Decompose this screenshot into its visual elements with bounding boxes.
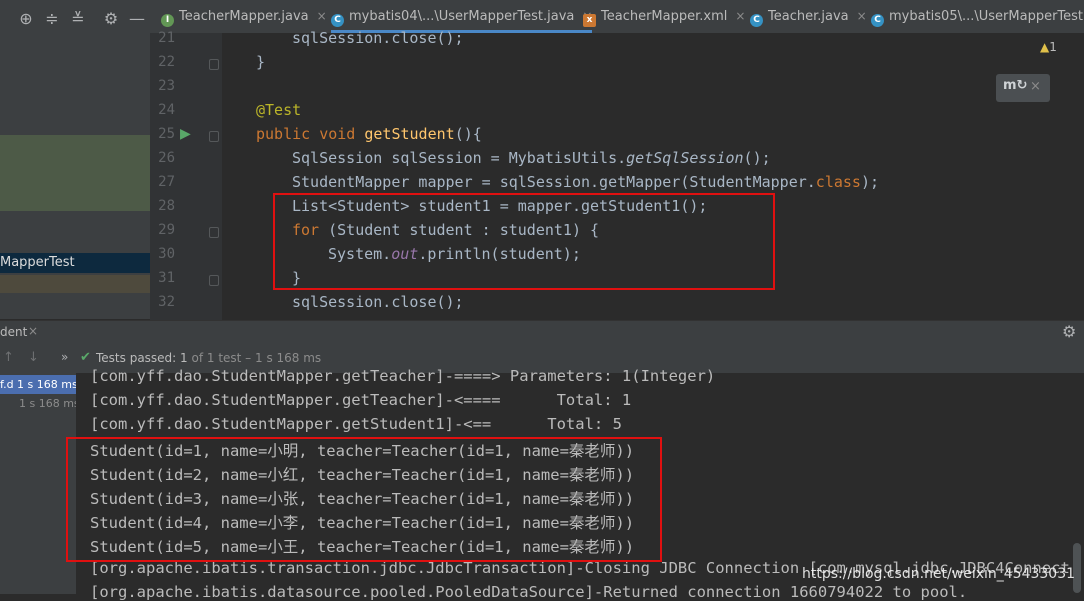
line-number: 25 bbox=[158, 126, 175, 142]
console-line: [com.yff.dao.StudentMapper.getStudent1]-… bbox=[90, 415, 622, 433]
test-tree: f.d 1 s 168 ms 1 s 168 ms bbox=[0, 373, 80, 594]
gear-icon[interactable]: ⚙ bbox=[1062, 322, 1076, 341]
close-icon[interactable]: × bbox=[857, 9, 867, 23]
line-number: 31 bbox=[158, 270, 175, 286]
editor-scrollbar[interactable] bbox=[1064, 33, 1084, 320]
tab-teacher-java[interactable]: C Teacher.java × bbox=[750, 0, 867, 33]
tab-usermappertest-05[interactable]: Cmybatis05\...\UserMapperTest.java bbox=[871, 0, 1084, 33]
class-icon: C bbox=[871, 14, 884, 27]
gear-icon[interactable]: ⚙ bbox=[102, 10, 120, 28]
minimize-icon[interactable]: — bbox=[128, 10, 146, 28]
fold-icon[interactable] bbox=[209, 275, 219, 286]
toolbar: ⊕ ≑ ≚ ⚙ — bbox=[0, 0, 150, 40]
editor-tabs: I TeacherMapper.java × Cmybatis04\...\User… bbox=[150, 0, 1084, 34]
maven-reload-icon[interactable]: m↻ bbox=[1003, 78, 1027, 93]
code-line-26: SqlSession sqlSession = MybatisUtils.get… bbox=[292, 149, 771, 167]
console-line: [com.yff.dao.StudentMapper.getTeacher]-=… bbox=[90, 367, 716, 385]
code-line-27: StudentMapper mapper = sqlSession.getMap… bbox=[292, 173, 880, 191]
line-number: 21 bbox=[158, 30, 175, 46]
code-line-25: public void getStudent(){ bbox=[256, 125, 482, 143]
highlight-box bbox=[273, 193, 775, 290]
watermark: https://blog.csdn.net/weixin_45433031 bbox=[802, 566, 1076, 582]
more-icon[interactable]: » bbox=[61, 350, 68, 364]
code-line-21: sqlSession.close(); bbox=[292, 29, 464, 47]
line-number: 22 bbox=[158, 54, 175, 70]
line-number: 32 bbox=[158, 294, 175, 310]
test-status: Tests passed: 1 of 1 test – 1 s 168 ms bbox=[96, 351, 322, 365]
line-number: 30 bbox=[158, 246, 175, 262]
line-number: 23 bbox=[158, 78, 175, 94]
line-number: 27 bbox=[158, 174, 175, 190]
run-tab-label[interactable]: dent bbox=[0, 325, 27, 339]
crosshair-icon[interactable]: ⊕ bbox=[17, 10, 35, 28]
console-line: [com.yff.dao.StudentMapper.getTeacher]-<… bbox=[90, 391, 632, 409]
close-icon[interactable]: × bbox=[317, 9, 327, 23]
tab-teachermapper-xml[interactable]: x TeacherMapper.xml × bbox=[583, 0, 745, 33]
class-icon: C bbox=[750, 14, 763, 27]
project-selected-item[interactable]: MapperTest bbox=[0, 253, 150, 273]
interface-icon: I bbox=[161, 14, 174, 27]
project-item-row[interactable] bbox=[0, 275, 150, 293]
line-number: 29 bbox=[158, 222, 175, 238]
close-icon[interactable]: × bbox=[28, 324, 38, 338]
xml-icon: x bbox=[583, 14, 596, 27]
arrow-down-icon[interactable]: ↓ bbox=[28, 350, 39, 365]
arrow-up-icon[interactable]: ↑ bbox=[3, 350, 14, 365]
fold-icon[interactable] bbox=[209, 227, 219, 238]
fold-icon[interactable] bbox=[209, 59, 219, 70]
highlight-box bbox=[66, 437, 662, 562]
close-icon[interactable]: × bbox=[735, 9, 745, 23]
line-number: 26 bbox=[158, 150, 175, 166]
line-number: 28 bbox=[158, 198, 175, 214]
close-icon[interactable]: × bbox=[1030, 79, 1041, 94]
run-test-icon[interactable]: ▶ bbox=[180, 126, 191, 142]
test-tree-item[interactable]: f.d 1 s 168 ms bbox=[0, 375, 76, 394]
run-panel-header: dent × ⚙ bbox=[0, 320, 1084, 345]
project-highlight-area bbox=[0, 135, 150, 211]
console-scrollbar[interactable] bbox=[1070, 373, 1084, 594]
maven-reload-popup: m↻ × bbox=[996, 74, 1050, 102]
code-line-32: sqlSession.close(); bbox=[292, 293, 464, 311]
expand-all-icon[interactable]: ≚ bbox=[69, 10, 87, 28]
code-line-24: @Test bbox=[256, 101, 302, 119]
code-line-22: } bbox=[256, 53, 266, 71]
class-icon: C bbox=[331, 14, 344, 27]
fold-icon[interactable] bbox=[209, 131, 219, 142]
project-item-label: MapperTest bbox=[0, 255, 75, 270]
console-line: [org.apache.ibatis.datasource.pooled.Poo… bbox=[90, 583, 968, 601]
test-tree-item[interactable]: 1 s 168 ms bbox=[19, 397, 80, 410]
warning-indicator[interactable]: ▲1 bbox=[1040, 40, 1057, 54]
line-number: 24 bbox=[158, 102, 175, 118]
check-icon: ✔ bbox=[80, 350, 91, 365]
collapse-all-icon[interactable]: ≑ bbox=[43, 10, 61, 28]
warning-icon: ▲ bbox=[1040, 40, 1050, 54]
